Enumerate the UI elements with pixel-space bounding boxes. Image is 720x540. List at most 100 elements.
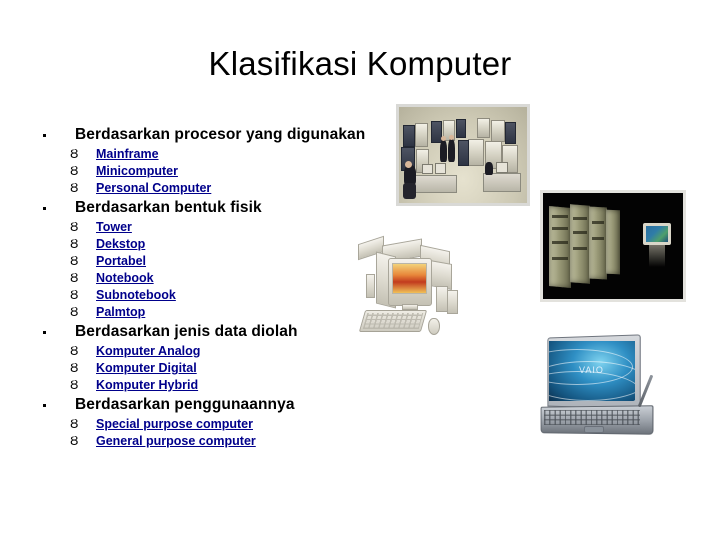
mouse <box>428 318 440 335</box>
server-rack <box>589 206 607 280</box>
mainframe-cabinet <box>468 139 484 166</box>
section-bentuk-fisik: Berdasarkan bentuk fisik Ȣ Tower Ȣ Dekst… <box>36 197 376 321</box>
list-item-label[interactable]: Mainframe <box>96 147 159 161</box>
list-item[interactable]: Ȣ Mainframe <box>36 146 376 163</box>
server-rack <box>549 206 571 288</box>
list-item[interactable]: Ȣ Tower <box>36 219 376 236</box>
rack-panel-line <box>592 221 604 224</box>
section-heading: Berdasarkan jenis data diolah <box>36 321 376 343</box>
sub-bullet-icon: Ȣ <box>70 220 79 234</box>
list-item-label[interactable]: Special purpose computer <box>96 417 253 431</box>
list-item[interactable]: Ȣ Subnotebook <box>36 287 376 304</box>
vaio-logo: VAIO <box>579 365 604 375</box>
keyboard <box>358 310 428 332</box>
crt-monitor <box>435 163 446 174</box>
slide-canvas: Klasifikasi Komputer Berdasarkan proceso… <box>0 0 720 540</box>
pc-speaker <box>447 290 458 314</box>
person-head <box>449 135 454 140</box>
list-item[interactable]: Ȣ Minicomputer <box>36 163 376 180</box>
list-item-label[interactable]: Subnotebook <box>96 288 176 302</box>
desktop-pc-illustration <box>352 232 484 342</box>
list-item-label[interactable]: Minicomputer <box>96 164 178 178</box>
list-item-label[interactable]: Portabel <box>96 254 146 268</box>
list-item[interactable]: Ȣ Komputer Analog <box>36 343 376 360</box>
section-heading: Berdasarkan bentuk fisik <box>36 197 376 219</box>
section-jenis-data: Berdasarkan jenis data diolah Ȣ Komputer… <box>36 321 376 394</box>
bullet-content: Berdasarkan procesor yang digunakan Ȣ Ma… <box>36 124 376 450</box>
rack-panel-line <box>573 217 587 220</box>
rack-panel-line <box>552 215 568 218</box>
list-item[interactable]: Ȣ Portabel <box>36 253 376 270</box>
rack-panel-line <box>573 231 587 234</box>
workstation-desk <box>483 173 521 192</box>
list-item-label[interactable]: Tower <box>96 220 132 234</box>
workstation-desk <box>413 175 457 193</box>
dark-server-room-photo <box>540 190 686 302</box>
rack-panel-line <box>592 237 604 240</box>
list-item[interactable]: Ȣ Palmtop <box>36 304 376 321</box>
sub-bullet-icon: Ȣ <box>70 417 79 431</box>
sub-bullet-icon: Ȣ <box>70 147 79 161</box>
office-chair <box>403 183 416 199</box>
rack-panel-line <box>573 247 587 250</box>
sub-bullet-icon: Ȣ <box>70 288 79 302</box>
list-item[interactable]: Ȣ General purpose computer <box>36 433 376 450</box>
keyboard-keys <box>362 313 424 329</box>
mainframe-cabinet <box>477 118 490 138</box>
sub-bullet-icon: Ȣ <box>70 305 79 319</box>
bullet-square-icon <box>43 331 46 334</box>
sub-bullet-icon: Ȣ <box>70 237 79 251</box>
list-item-label[interactable]: Komputer Analog <box>96 344 200 358</box>
list-item-label[interactable]: Notebook <box>96 271 154 285</box>
crt-monitor <box>422 164 433 174</box>
section-items: Ȣ Mainframe Ȣ Minicomputer Ȣ Personal Co… <box>36 146 376 197</box>
pc-speaker <box>366 274 375 298</box>
rack-panel-line <box>552 257 568 260</box>
sub-bullet-icon: Ȣ <box>70 361 79 375</box>
list-item[interactable]: Ȣ Notebook <box>36 270 376 287</box>
section-heading-label: Berdasarkan penggunaannya <box>75 396 295 413</box>
sub-bullet-icon: Ȣ <box>70 271 79 285</box>
mainframe-cabinet <box>491 120 505 142</box>
person-figure <box>485 162 493 175</box>
bullet-square-icon <box>43 207 46 210</box>
list-item-label[interactable]: Palmtop <box>96 305 145 319</box>
list-item[interactable]: Ȣ Personal Computer <box>36 180 376 197</box>
mainframe-cabinet <box>505 122 516 144</box>
laptop-screen: VAIO <box>549 341 635 401</box>
section-items: Ȣ Special purpose computer Ȣ General pur… <box>36 416 376 450</box>
bullet-square-icon <box>43 404 46 407</box>
mainframe-cabinet <box>403 125 415 147</box>
rack-panel-line <box>552 227 568 230</box>
list-item-label[interactable]: Komputer Digital <box>96 361 197 375</box>
list-item-label[interactable]: Personal Computer <box>96 181 211 195</box>
person-head <box>405 161 412 168</box>
sub-bullet-icon: Ȣ <box>70 434 79 448</box>
sub-bullet-icon: Ȣ <box>70 254 79 268</box>
section-items: Ȣ Tower Ȣ Dekstop Ȣ Portabel Ȣ Notebook … <box>36 219 376 321</box>
sub-bullet-icon: Ȣ <box>70 181 79 195</box>
mainframe-cabinet <box>458 140 469 166</box>
server-rack <box>606 209 620 275</box>
laptop-touchpad <box>584 426 604 433</box>
laptop-keyboard <box>544 410 640 425</box>
seated-operator <box>404 165 416 185</box>
section-penggunaan: Berdasarkan penggunaannya Ȣ Special purp… <box>36 394 376 450</box>
section-heading: Berdasarkan penggunaannya <box>36 394 376 416</box>
section-heading-label: Berdasarkan bentuk fisik <box>75 199 262 216</box>
section-heading-label: Berdasarkan procesor yang digunakan <box>75 126 366 143</box>
laptop-notebook-illustration: VAIO <box>528 330 690 452</box>
list-item-label[interactable]: Dekstop <box>96 237 145 251</box>
person-head <box>441 136 446 141</box>
list-item-label[interactable]: Komputer Hybrid <box>96 378 198 392</box>
list-item[interactable]: Ȣ Dekstop <box>36 236 376 253</box>
list-item[interactable]: Ȣ Komputer Digital <box>36 360 376 377</box>
page-title: Klasifikasi Komputer <box>208 45 512 82</box>
section-heading-label: Berdasarkan jenis data diolah <box>75 323 298 340</box>
mainframe-cabinet <box>415 123 428 147</box>
list-item[interactable]: Ȣ Komputer Hybrid <box>36 377 376 394</box>
monitor-reflection <box>649 245 665 267</box>
list-item[interactable]: Ȣ Special purpose computer <box>36 416 376 433</box>
sub-bullet-icon: Ȣ <box>70 378 79 392</box>
list-item-label[interactable]: General purpose computer <box>96 434 256 448</box>
